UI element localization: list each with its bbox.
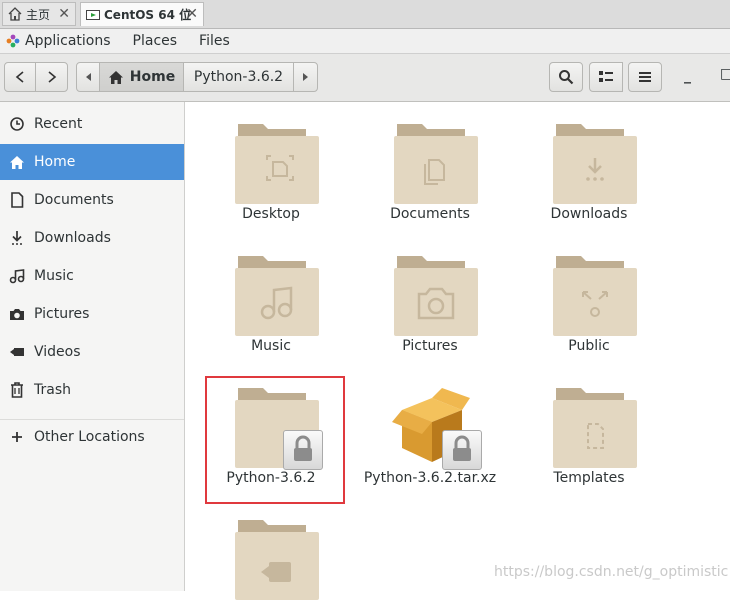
sidebar-item-label: Home [34,154,76,170]
hamburger-icon [639,72,651,82]
files-menu[interactable]: Files [199,33,230,49]
triangle-right-icon [302,73,308,81]
camera-icon [10,309,24,320]
folder-documents-icon [394,124,478,204]
sidebar-item-recent[interactable]: Recent [0,106,184,142]
home-icon [108,70,123,84]
path-current-button[interactable]: Python-3.6.2 [183,62,294,92]
list-view-icon [599,71,613,82]
file-item-label: Documents [390,206,470,222]
highlight-annotation-box [205,376,345,504]
applications-menu[interactable]: Applications [25,33,111,49]
watermark: https://blog.csdn.net/g_optimistic [494,564,729,580]
minimize-button[interactable]: _ [684,68,691,84]
tab-bar: 主页 ✕ CentOS 64 位 ✕ [0,0,730,29]
file-view: Desktop Documents Downloads Music Pictur… [185,102,730,600]
sidebar-item-home[interactable]: Home [0,144,184,180]
file-item-documents[interactable]: Documents [355,120,505,222]
path-current-label: Python-3.6.2 [193,69,284,85]
forward-button[interactable] [35,62,68,92]
folder-videos-icon [235,520,319,600]
trash-icon [11,382,23,398]
file-item-downloads[interactable]: Downloads [514,120,664,222]
file-item-label: Templates [553,470,625,486]
sidebar: Recent Home Documents Downloads Music Pi… [0,102,185,591]
file-item-pictures[interactable]: Pictures [355,252,505,354]
sidebar-item-trash[interactable]: Trash [0,372,184,408]
top-panel: Applications Places Files [0,29,730,54]
tab-centos[interactable]: CentOS 64 位 ✕ [80,2,204,26]
sidebar-item-label: Recent [34,116,83,132]
home-icon [8,7,22,21]
pathbar-scroll-left-button[interactable] [76,62,100,92]
folder-music-icon [235,256,319,336]
lock-icon [453,435,471,461]
file-item-label: Pictures [402,338,458,354]
vm-icon [86,9,100,20]
menu-button[interactable] [628,62,662,92]
chevron-left-icon [15,71,24,83]
sidebar-item-documents[interactable]: Documents [0,182,184,218]
sidebar-item-downloads[interactable]: Downloads [0,220,184,256]
folder-public-icon [553,256,637,336]
download-icon [12,231,22,245]
file-item-label: Desktop [242,206,300,222]
plus-icon [12,432,22,442]
tab-home-label: 主页 [26,7,51,22]
triangle-left-icon [86,73,91,81]
sidebar-item-videos[interactable]: Videos [0,334,184,370]
sidebar-item-label: Other Locations [34,429,145,445]
view-toggle-button[interactable] [589,62,623,92]
video-icon [10,348,24,356]
lock-badge [442,430,482,470]
file-item-python-archive[interactable]: Python-3.6.2.tar.xz [355,384,505,486]
sidebar-item-label: Trash [34,382,71,398]
folder-desktop-icon [235,124,319,204]
pathbar-scroll-right-button[interactable] [293,62,318,92]
folder-pictures-icon [394,256,478,336]
file-item-public[interactable]: Public [514,252,664,354]
sidebar-item-label: Videos [34,344,81,360]
applications-icon [6,34,20,48]
file-item-videos[interactable] [196,516,346,602]
tab-home[interactable]: 主页 ✕ [2,2,76,26]
sidebar-item-label: Pictures [34,306,90,322]
sidebar-item-label: Music [34,268,74,284]
sidebar-item-label: Downloads [34,230,111,246]
file-item-music[interactable]: Music [196,252,346,354]
sidebar-item-label: Documents [34,192,114,208]
back-button[interactable] [4,62,36,92]
header-bar: Home Python-3.6.2 _ □ [0,54,730,102]
file-item-label: Downloads [550,206,628,222]
sidebar-item-other-locations[interactable]: Other Locations [0,419,184,455]
folder-downloads-icon [553,124,637,204]
file-item-label: Music [251,338,291,354]
file-item-label: Public [568,338,610,354]
path-home-label: Home [129,69,176,85]
close-icon[interactable]: ✕ [186,6,198,22]
maximize-button[interactable]: □ [720,66,730,82]
search-icon [559,70,574,85]
search-button[interactable] [549,62,583,92]
music-icon [9,269,25,284]
sidebar-item-music[interactable]: Music [0,258,184,294]
close-icon[interactable]: ✕ [58,6,70,22]
file-item-templates[interactable]: Templates [514,384,664,486]
sidebar-item-pictures[interactable]: Pictures [0,296,184,332]
chevron-right-icon [47,71,56,83]
file-item-desktop[interactable]: Desktop [196,120,346,222]
home-icon [10,155,24,169]
path-home-button[interactable]: Home [99,62,184,92]
places-menu[interactable]: Places [133,33,178,49]
file-item-label: Python-3.6.2.tar.xz [363,470,497,486]
folder-templates-icon [553,388,637,468]
clock-icon [10,117,24,131]
document-icon [11,192,24,208]
tab-centos-label: CentOS 64 位 [104,8,192,22]
